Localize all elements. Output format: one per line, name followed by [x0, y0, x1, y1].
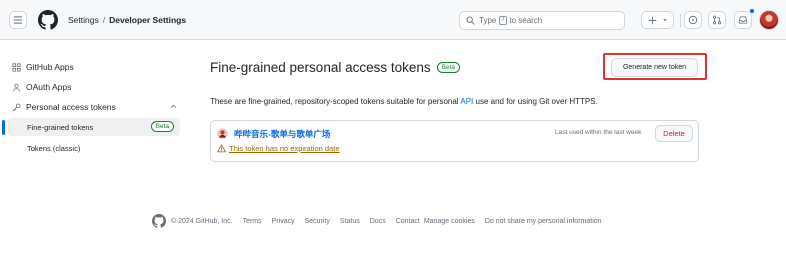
issue-icon [688, 15, 698, 25]
inbox-icon [738, 16, 748, 24]
beta-badge: Beta [436, 62, 460, 73]
breadcrumb-separator: / [102, 15, 106, 25]
apps-icon [12, 62, 21, 72]
chevron-up-icon [170, 104, 177, 108]
token-card: 哔哔音乐-歌单与歌单广场 This token has no expiratio… [210, 120, 699, 162]
header-divider [680, 14, 681, 27]
sidebar-item-fine-grained-tokens[interactable]: Fine-grained tokens Beta [8, 118, 180, 136]
search-prefix: Type [479, 16, 497, 25]
breadcrumb-developer-settings[interactable]: Developer Settings [109, 15, 186, 25]
inbox-button[interactable] [734, 11, 752, 29]
breadcrumb: Settings / Developer Settings [68, 15, 186, 25]
sidebar-item-oauth-apps[interactable]: OAuth Apps [12, 80, 71, 94]
generate-new-token-button[interactable]: Generate new token [611, 58, 698, 77]
token-app-icon [217, 128, 228, 139]
alert-icon [217, 144, 226, 153]
delete-token-button[interactable]: Delete [655, 125, 693, 142]
footer-link-security[interactable]: Security [305, 218, 330, 225]
issues-button[interactable] [684, 11, 702, 29]
caret-down-icon [662, 19, 667, 22]
avatar[interactable] [759, 10, 779, 30]
footer-link-privacy[interactable]: Privacy [272, 218, 295, 225]
menu-button[interactable] [9, 11, 27, 29]
search-input[interactable]: Type / to search [459, 11, 625, 30]
active-indicator [2, 120, 5, 135]
search-shortcut-key: / [499, 16, 508, 25]
sidebar-item-label: Personal access tokens [26, 102, 116, 112]
notification-dot [749, 8, 755, 14]
sidebar-item-github-apps[interactable]: GitHub Apps [12, 60, 74, 74]
page-title-text: Fine-grained personal access tokens [210, 60, 431, 75]
footer-link-status[interactable]: Status [340, 218, 360, 225]
page-description: These are fine-grained, repository-scope… [210, 97, 598, 106]
page-title: Fine-grained personal access tokens Beta [210, 60, 460, 75]
description-text: These are fine-grained, repository-scope… [210, 97, 459, 106]
search-suffix: to search [509, 16, 543, 25]
api-link[interactable]: API [460, 97, 473, 106]
github-footer-logo[interactable] [152, 214, 166, 228]
footer-link-terms[interactable]: Terms [243, 218, 262, 225]
pull-request-icon [712, 15, 722, 25]
sidebar-item-tokens-classic[interactable]: Tokens (classic) [8, 139, 180, 157]
expiration-warning-link[interactable]: This token has no expiration date [229, 144, 340, 153]
key-icon [12, 103, 21, 111]
breadcrumb-settings[interactable]: Settings [68, 15, 99, 25]
footer: © 2024 GitHub, Inc. Terms Privacy Securi… [152, 214, 602, 228]
footer-copyright: © 2024 GitHub, Inc. [152, 214, 233, 228]
menu-icon [13, 16, 23, 24]
copyright-text: © 2024 GitHub, Inc. [171, 217, 233, 225]
beta-badge: Beta [150, 121, 174, 132]
expiration-warning: This token has no expiration date [217, 144, 340, 153]
search-icon [466, 16, 475, 25]
plus-icon [648, 16, 656, 24]
github-logo[interactable] [38, 10, 58, 30]
footer-link-manage-cookies[interactable]: Manage cookies [424, 218, 475, 225]
pull-requests-button[interactable] [708, 11, 726, 29]
sidebar-item-label: GitHub Apps [26, 62, 74, 72]
description-text-end: use and for using Git over HTTPS. [475, 97, 598, 106]
sidebar-subitem-label: Tokens (classic) [27, 143, 81, 153]
last-used-text: Last used within the last week [555, 129, 642, 136]
footer-link-do-not-share[interactable]: Do not share my personal information [485, 218, 602, 225]
person-icon [13, 83, 20, 91]
footer-link-docs[interactable]: Docs [370, 218, 386, 225]
sidebar-subitem-label: Fine-grained tokens [27, 122, 94, 132]
token-name-link[interactable]: 哔哔音乐-歌单与歌单广场 [234, 128, 330, 140]
top-header: Settings / Developer Settings Type / to se… [0, 0, 786, 40]
sidebar-item-personal-access-tokens[interactable]: Personal access tokens [12, 100, 177, 114]
footer-link-contact[interactable]: Contact [396, 218, 420, 225]
create-new-button[interactable] [641, 11, 674, 29]
sidebar-item-label: OAuth Apps [26, 82, 72, 92]
